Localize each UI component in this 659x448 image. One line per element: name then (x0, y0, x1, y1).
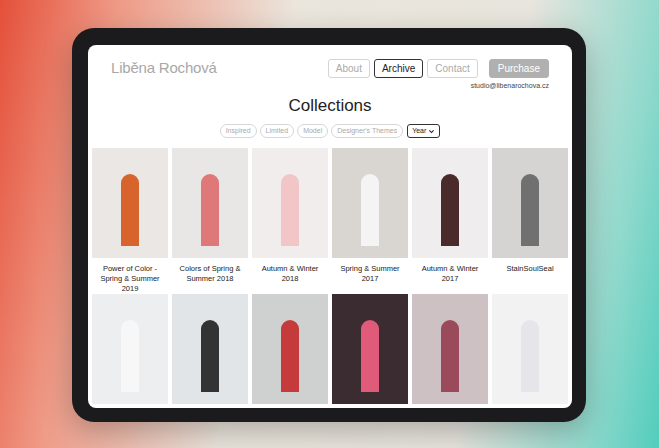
figure-shape (361, 320, 379, 392)
collection-photo[interactable] (172, 294, 248, 404)
collection-photo[interactable] (92, 148, 168, 258)
page-heading: Collections (88, 96, 572, 116)
collection-card[interactable] (172, 294, 248, 404)
collection-photo[interactable] (412, 294, 488, 404)
collection-card[interactable] (412, 294, 488, 404)
collection-photo[interactable] (252, 148, 328, 258)
collection-title[interactable]: StainSoulSeal (492, 258, 568, 293)
filter-chip[interactable]: Model (297, 124, 328, 138)
collection-card[interactable] (332, 294, 408, 404)
figure-shape (361, 174, 379, 246)
collection-title[interactable]: Autumn & Winter 2018 (252, 258, 328, 293)
filter-chip[interactable]: Limited (260, 124, 295, 138)
collection-photo[interactable] (412, 148, 488, 258)
tablet-frame: Liběna Rochová AboutArchiveContact Purch… (72, 28, 586, 422)
figure-shape (441, 174, 459, 246)
figure-shape (121, 320, 139, 392)
collection-card[interactable]: Power of Color - Spring & Summer 2019 (92, 148, 168, 294)
collection-photo[interactable] (252, 294, 328, 404)
nav-tab[interactable]: About (328, 59, 370, 78)
collection-photo[interactable] (492, 294, 568, 404)
screen: Liběna Rochová AboutArchiveContact Purch… (88, 45, 572, 408)
nav-tab[interactable]: Archive (374, 59, 423, 78)
collection-card[interactable] (92, 294, 168, 404)
figure-shape (281, 174, 299, 246)
collection-card[interactable]: Autumn & Winter 2017 (412, 148, 488, 294)
figure-shape (121, 174, 139, 246)
collection-card[interactable] (492, 294, 568, 404)
collection-title[interactable]: Power of Color - Spring & Summer 2019 (92, 258, 168, 294)
collection-title[interactable]: Spring & Summer 2017 (332, 258, 408, 293)
email-link[interactable]: studio@libenarochova.cz (471, 82, 549, 90)
collection-card[interactable]: Colors of Spring & Summer 2018 (172, 148, 248, 294)
collection-card[interactable]: Autumn & Winter 2018 (252, 148, 328, 294)
collection-photo[interactable] (492, 148, 568, 258)
chevron-down-icon (428, 128, 435, 135)
filter-chip[interactable]: Inspired (220, 124, 257, 138)
year-dropdown[interactable]: Year (407, 124, 440, 138)
collection-card[interactable]: Spring & Summer 2017 (332, 148, 408, 294)
nav-tab[interactable]: Contact (427, 59, 477, 78)
year-label: Year (412, 127, 426, 135)
figure-shape (281, 320, 299, 392)
figure-shape (521, 174, 539, 246)
figure-shape (201, 320, 219, 392)
collection-photo[interactable] (332, 294, 408, 404)
figure-shape (201, 174, 219, 246)
collection-title[interactable]: Colors of Spring & Summer 2018 (172, 258, 248, 293)
logo[interactable]: Liběna Rochová (111, 59, 217, 77)
collection-title[interactable]: Autumn & Winter 2017 (412, 258, 488, 293)
figure-shape (521, 320, 539, 392)
collection-photo[interactable] (92, 294, 168, 404)
filter-chip[interactable]: Designer's Themes (331, 124, 403, 138)
collection-card[interactable]: StainSoulSeal (492, 148, 568, 294)
collection-photo[interactable] (332, 148, 408, 258)
collection-card[interactable] (252, 294, 328, 404)
figure-shape (441, 320, 459, 392)
purchase-button[interactable]: Purchase (489, 59, 549, 78)
collection-photo[interactable] (172, 148, 248, 258)
